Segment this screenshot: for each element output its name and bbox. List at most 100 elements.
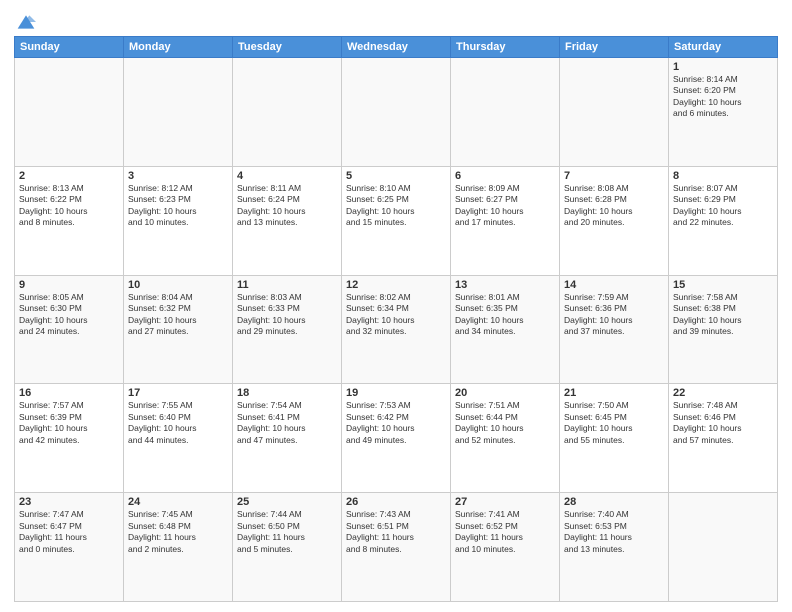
day-cell: 7Sunrise: 8:08 AM Sunset: 6:28 PM Daylig… [560, 166, 669, 275]
day-number: 26 [346, 496, 446, 508]
day-cell: 1Sunrise: 8:14 AM Sunset: 6:20 PM Daylig… [669, 58, 778, 167]
day-info: Sunrise: 7:54 AM Sunset: 6:41 PM Dayligh… [237, 400, 337, 446]
day-info: Sunrise: 8:03 AM Sunset: 6:33 PM Dayligh… [237, 292, 337, 338]
week-row-5: 23Sunrise: 7:47 AM Sunset: 6:47 PM Dayli… [15, 493, 778, 602]
day-number: 20 [455, 387, 555, 399]
day-number: 22 [673, 387, 773, 399]
day-cell: 20Sunrise: 7:51 AM Sunset: 6:44 PM Dayli… [451, 384, 560, 493]
page: SundayMondayTuesdayWednesdayThursdayFrid… [0, 0, 792, 612]
day-number: 12 [346, 279, 446, 291]
col-header-tuesday: Tuesday [233, 37, 342, 58]
day-cell: 11Sunrise: 8:03 AM Sunset: 6:33 PM Dayli… [233, 275, 342, 384]
day-cell: 14Sunrise: 7:59 AM Sunset: 6:36 PM Dayli… [560, 275, 669, 384]
day-cell: 17Sunrise: 7:55 AM Sunset: 6:40 PM Dayli… [124, 384, 233, 493]
day-cell: 8Sunrise: 8:07 AM Sunset: 6:29 PM Daylig… [669, 166, 778, 275]
day-number: 9 [19, 279, 119, 291]
day-cell [15, 58, 124, 167]
day-cell: 2Sunrise: 8:13 AM Sunset: 6:22 PM Daylig… [15, 166, 124, 275]
day-number: 15 [673, 279, 773, 291]
day-info: Sunrise: 8:09 AM Sunset: 6:27 PM Dayligh… [455, 183, 555, 229]
day-info: Sunrise: 7:50 AM Sunset: 6:45 PM Dayligh… [564, 400, 664, 446]
day-info: Sunrise: 8:11 AM Sunset: 6:24 PM Dayligh… [237, 183, 337, 229]
day-number: 5 [346, 170, 446, 182]
day-info: Sunrise: 8:01 AM Sunset: 6:35 PM Dayligh… [455, 292, 555, 338]
day-cell: 26Sunrise: 7:43 AM Sunset: 6:51 PM Dayli… [342, 493, 451, 602]
day-cell: 28Sunrise: 7:40 AM Sunset: 6:53 PM Dayli… [560, 493, 669, 602]
day-number: 27 [455, 496, 555, 508]
day-cell: 21Sunrise: 7:50 AM Sunset: 6:45 PM Dayli… [560, 384, 669, 493]
day-info: Sunrise: 8:12 AM Sunset: 6:23 PM Dayligh… [128, 183, 228, 229]
day-info: Sunrise: 7:58 AM Sunset: 6:38 PM Dayligh… [673, 292, 773, 338]
col-header-wednesday: Wednesday [342, 37, 451, 58]
day-number: 18 [237, 387, 337, 399]
day-number: 23 [19, 496, 119, 508]
day-number: 13 [455, 279, 555, 291]
day-info: Sunrise: 7:47 AM Sunset: 6:47 PM Dayligh… [19, 509, 119, 555]
day-cell: 13Sunrise: 8:01 AM Sunset: 6:35 PM Dayli… [451, 275, 560, 384]
day-number: 16 [19, 387, 119, 399]
day-number: 10 [128, 279, 228, 291]
day-cell: 5Sunrise: 8:10 AM Sunset: 6:25 PM Daylig… [342, 166, 451, 275]
calendar-table: SundayMondayTuesdayWednesdayThursdayFrid… [14, 36, 778, 602]
day-number: 7 [564, 170, 664, 182]
day-cell: 9Sunrise: 8:05 AM Sunset: 6:30 PM Daylig… [15, 275, 124, 384]
day-info: Sunrise: 8:10 AM Sunset: 6:25 PM Dayligh… [346, 183, 446, 229]
day-cell: 19Sunrise: 7:53 AM Sunset: 6:42 PM Dayli… [342, 384, 451, 493]
day-cell: 24Sunrise: 7:45 AM Sunset: 6:48 PM Dayli… [124, 493, 233, 602]
day-cell: 25Sunrise: 7:44 AM Sunset: 6:50 PM Dayli… [233, 493, 342, 602]
day-info: Sunrise: 7:59 AM Sunset: 6:36 PM Dayligh… [564, 292, 664, 338]
day-cell [560, 58, 669, 167]
day-cell: 18Sunrise: 7:54 AM Sunset: 6:41 PM Dayli… [233, 384, 342, 493]
day-cell: 12Sunrise: 8:02 AM Sunset: 6:34 PM Dayli… [342, 275, 451, 384]
day-cell [451, 58, 560, 167]
day-info: Sunrise: 8:04 AM Sunset: 6:32 PM Dayligh… [128, 292, 228, 338]
week-row-3: 9Sunrise: 8:05 AM Sunset: 6:30 PM Daylig… [15, 275, 778, 384]
day-cell: 27Sunrise: 7:41 AM Sunset: 6:52 PM Dayli… [451, 493, 560, 602]
day-number: 4 [237, 170, 337, 182]
day-cell: 3Sunrise: 8:12 AM Sunset: 6:23 PM Daylig… [124, 166, 233, 275]
day-info: Sunrise: 7:57 AM Sunset: 6:39 PM Dayligh… [19, 400, 119, 446]
day-cell: 16Sunrise: 7:57 AM Sunset: 6:39 PM Dayli… [15, 384, 124, 493]
day-cell: 22Sunrise: 7:48 AM Sunset: 6:46 PM Dayli… [669, 384, 778, 493]
day-number: 6 [455, 170, 555, 182]
day-info: Sunrise: 7:51 AM Sunset: 6:44 PM Dayligh… [455, 400, 555, 446]
day-cell: 4Sunrise: 8:11 AM Sunset: 6:24 PM Daylig… [233, 166, 342, 275]
logo [14, 12, 36, 28]
day-info: Sunrise: 7:43 AM Sunset: 6:51 PM Dayligh… [346, 509, 446, 555]
day-number: 28 [564, 496, 664, 508]
day-number: 24 [128, 496, 228, 508]
day-cell: 15Sunrise: 7:58 AM Sunset: 6:38 PM Dayli… [669, 275, 778, 384]
day-info: Sunrise: 8:02 AM Sunset: 6:34 PM Dayligh… [346, 292, 446, 338]
day-number: 3 [128, 170, 228, 182]
day-number: 8 [673, 170, 773, 182]
day-cell: 6Sunrise: 8:09 AM Sunset: 6:27 PM Daylig… [451, 166, 560, 275]
header [14, 12, 778, 28]
day-number: 2 [19, 170, 119, 182]
day-info: Sunrise: 8:13 AM Sunset: 6:22 PM Dayligh… [19, 183, 119, 229]
day-cell [233, 58, 342, 167]
week-row-4: 16Sunrise: 7:57 AM Sunset: 6:39 PM Dayli… [15, 384, 778, 493]
day-info: Sunrise: 7:53 AM Sunset: 6:42 PM Dayligh… [346, 400, 446, 446]
week-row-1: 1Sunrise: 8:14 AM Sunset: 6:20 PM Daylig… [15, 58, 778, 167]
day-number: 1 [673, 61, 773, 73]
day-info: Sunrise: 8:08 AM Sunset: 6:28 PM Dayligh… [564, 183, 664, 229]
day-cell: 10Sunrise: 8:04 AM Sunset: 6:32 PM Dayli… [124, 275, 233, 384]
col-header-saturday: Saturday [669, 37, 778, 58]
day-info: Sunrise: 7:55 AM Sunset: 6:40 PM Dayligh… [128, 400, 228, 446]
day-info: Sunrise: 7:41 AM Sunset: 6:52 PM Dayligh… [455, 509, 555, 555]
day-info: Sunrise: 7:40 AM Sunset: 6:53 PM Dayligh… [564, 509, 664, 555]
day-number: 21 [564, 387, 664, 399]
day-info: Sunrise: 7:44 AM Sunset: 6:50 PM Dayligh… [237, 509, 337, 555]
day-cell: 23Sunrise: 7:47 AM Sunset: 6:47 PM Dayli… [15, 493, 124, 602]
day-info: Sunrise: 7:48 AM Sunset: 6:46 PM Dayligh… [673, 400, 773, 446]
col-header-friday: Friday [560, 37, 669, 58]
day-number: 11 [237, 279, 337, 291]
col-header-monday: Monday [124, 37, 233, 58]
day-cell [342, 58, 451, 167]
day-cell [669, 493, 778, 602]
day-info: Sunrise: 8:14 AM Sunset: 6:20 PM Dayligh… [673, 74, 773, 120]
day-number: 14 [564, 279, 664, 291]
day-number: 17 [128, 387, 228, 399]
calendar-header-row: SundayMondayTuesdayWednesdayThursdayFrid… [15, 37, 778, 58]
day-number: 25 [237, 496, 337, 508]
